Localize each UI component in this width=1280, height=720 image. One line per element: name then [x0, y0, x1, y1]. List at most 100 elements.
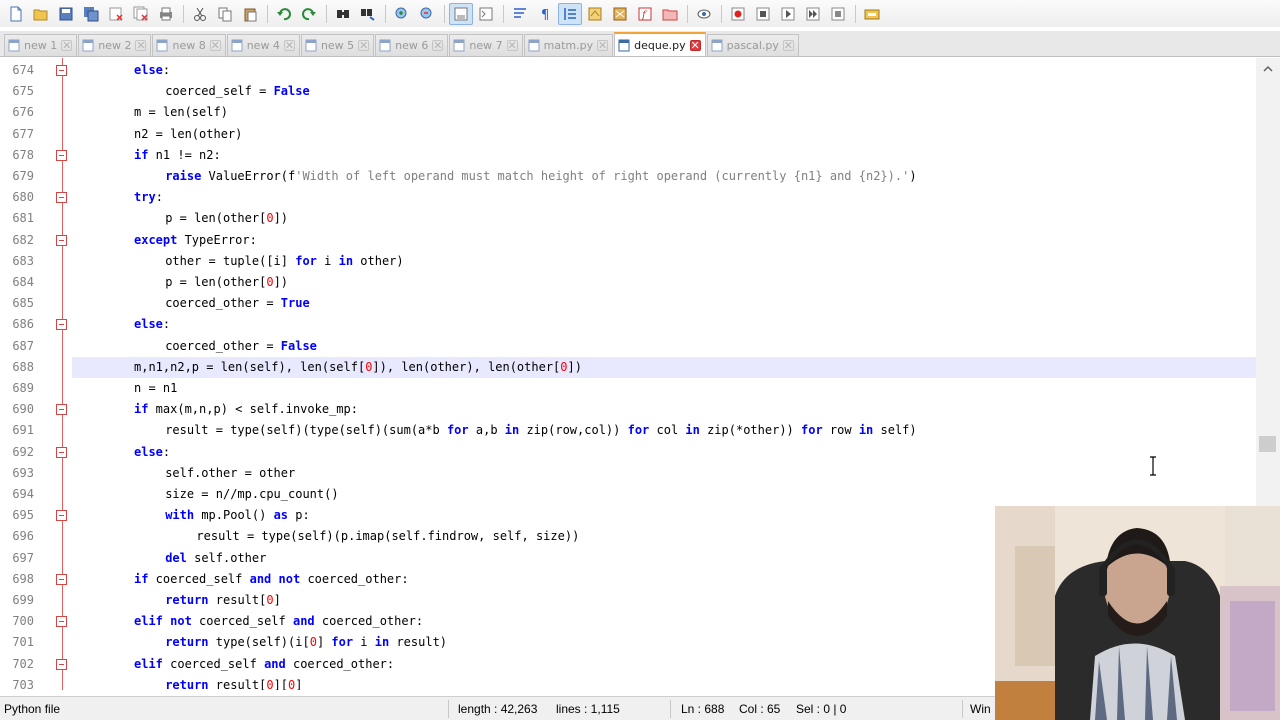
save-button[interactable] [54, 3, 78, 25]
tab-matm-py[interactable]: matm.py ✕ [523, 34, 614, 56]
close-tab-icon[interactable]: ✕ [135, 40, 147, 51]
save-all-icon [84, 6, 99, 21]
find-button[interactable] [331, 3, 355, 25]
tab-new-4[interactable]: new 4 ✕ [226, 34, 300, 56]
user-defined-language-button[interactable] [583, 3, 607, 25]
show-all-chars-button[interactable]: ¶ [533, 3, 557, 25]
word-wrap-button[interactable] [508, 3, 532, 25]
code-text: result = type(self)(type(self)(sum(a*b f… [165, 423, 917, 438]
close-tab-icon[interactable]: ✕ [209, 40, 221, 51]
document-map-button[interactable] [608, 3, 632, 25]
code-line[interactable]: 691 result = type(self)(type(self)(sum(a*… [0, 420, 1256, 441]
copy-button[interactable] [213, 3, 237, 25]
tab-new-6[interactable]: new 6 ✕ [375, 34, 449, 56]
close-tab-icon[interactable]: ✕ [597, 40, 609, 51]
fold-toggle-icon[interactable] [56, 573, 67, 585]
sync-vertical-button[interactable] [449, 2, 473, 25]
line-number: 689 [12, 381, 34, 395]
function-list-button[interactable]: f [633, 3, 657, 25]
stop-recording-button[interactable] [751, 3, 775, 25]
record-macro-button[interactable] [726, 3, 750, 25]
code-line[interactable]: 686 else: [0, 314, 1256, 335]
code-line[interactable]: 681 p = len(other[0]) [0, 208, 1256, 229]
cut-button[interactable] [188, 3, 212, 25]
tab-new-1[interactable]: new 1 ✕ [4, 34, 78, 56]
code-line[interactable]: 692 else: [0, 442, 1256, 463]
code-line[interactable]: 678 if n1 != n2: [0, 145, 1256, 166]
save-all-button[interactable] [79, 3, 103, 25]
code-line[interactable]: 685 coerced_other = True [0, 293, 1256, 314]
close-tab-icon[interactable]: ✕ [506, 40, 518, 51]
tab-new-7[interactable]: new 7 ✕ [449, 34, 523, 56]
zoom-out-button[interactable] [415, 3, 439, 25]
close-tab-icon[interactable]: ✕ [432, 40, 444, 51]
status-divider [448, 700, 449, 718]
code-line[interactable]: 674 else: [0, 60, 1256, 81]
line-number: 675 [12, 84, 34, 99]
close-tab-icon[interactable]: ✕ [283, 40, 295, 51]
fold-toggle-icon[interactable] [56, 234, 67, 246]
paste-button[interactable] [238, 3, 262, 25]
tab-new-8[interactable]: new 8 ✕ [152, 34, 226, 56]
zoom-out-icon [420, 7, 432, 18]
save-macro-button[interactable] [826, 3, 850, 25]
new-file-button[interactable] [4, 3, 28, 25]
close-tab-icon[interactable]: ✕ [689, 39, 701, 51]
playback-button[interactable] [776, 3, 800, 25]
code-line[interactable]: 677 n2 = len(other) [0, 124, 1256, 145]
code-line[interactable]: 680 try: [0, 187, 1256, 208]
open-file-button[interactable] [29, 3, 53, 25]
print-button[interactable] [154, 3, 178, 25]
close-tab-icon[interactable]: ✕ [358, 40, 370, 51]
indent-guide-button[interactable] [558, 2, 582, 25]
close-button[interactable] [104, 3, 128, 25]
redo-icon [302, 7, 316, 20]
undo-button[interactable] [272, 3, 296, 25]
fold-toggle-icon[interactable] [56, 404, 67, 416]
fold-toggle-icon[interactable] [56, 658, 67, 670]
line-number: 703 [12, 677, 34, 690]
code-line[interactable]: 675 coerced_self = False [0, 81, 1256, 102]
folder-as-workspace-button[interactable] [658, 3, 682, 25]
fold-toggle-icon[interactable] [56, 510, 67, 522]
code-text: del self.other [165, 550, 267, 565]
status-length: length : 42,263 [458, 702, 538, 716]
code-line[interactable]: 684 p = len(other[0]) [0, 272, 1256, 293]
scrollbar-thumb[interactable] [1259, 436, 1276, 452]
fold-toggle-icon[interactable] [56, 192, 67, 204]
tab-label: new 1 [24, 39, 58, 52]
code-line[interactable]: 676 m = len(self) [0, 102, 1256, 123]
code-line[interactable]: 687 coerced_other = False [0, 336, 1256, 357]
scroll-up-arrow-icon[interactable] [1262, 64, 1274, 74]
code-line[interactable]: 694 size = n//mp.cpu_count() [0, 484, 1256, 505]
fold-toggle-icon[interactable] [56, 65, 67, 76]
code-line[interactable]: 693 self.other = other [0, 463, 1256, 484]
tab-deque-py[interactable]: deque.py ✕ [614, 32, 706, 56]
fold-toggle-icon[interactable] [56, 446, 67, 458]
monitoring-button[interactable] [692, 3, 716, 25]
fold-toggle-icon[interactable] [56, 616, 67, 628]
close-tab-icon[interactable]: ✕ [782, 40, 794, 51]
fold-toggle-icon[interactable] [56, 319, 67, 331]
line-number: 676 [12, 105, 34, 120]
code-line[interactable]: 679 raise ValueError(f'Width of left oper… [0, 166, 1256, 187]
code-line[interactable]: 688 m,n1,n2,p = len(self), len(self[0]), … [12, 356, 1256, 378]
tab-new-2[interactable]: new 2 ✕ [78, 34, 152, 56]
zoom-in-button[interactable] [390, 3, 414, 25]
run-button[interactable] [860, 3, 884, 25]
tab-new-5[interactable]: new 5 ✕ [300, 34, 375, 56]
tab-pascal-py[interactable]: pascal.py ✕ [706, 34, 799, 56]
sync-horizontal-button[interactable] [474, 3, 498, 25]
fold-toggle-icon[interactable] [56, 149, 67, 161]
code-line[interactable]: 683 other = tuple([i] for i in other) [0, 251, 1256, 272]
redo-button[interactable] [297, 3, 321, 25]
line-number: 698 [12, 571, 34, 586]
run-macro-multiple-button[interactable] [801, 3, 825, 25]
code-line[interactable]: 689 n = n1 [0, 378, 1256, 399]
close-all-button[interactable] [129, 3, 153, 25]
code-line[interactable]: 690 if max(m,n,p) < self.invoke_mp: [0, 399, 1256, 420]
code-line[interactable]: 682 except TypeError: [0, 230, 1256, 251]
status-divider [962, 700, 963, 718]
close-tab-icon[interactable]: ✕ [61, 40, 73, 51]
replace-button[interactable] [356, 3, 380, 25]
